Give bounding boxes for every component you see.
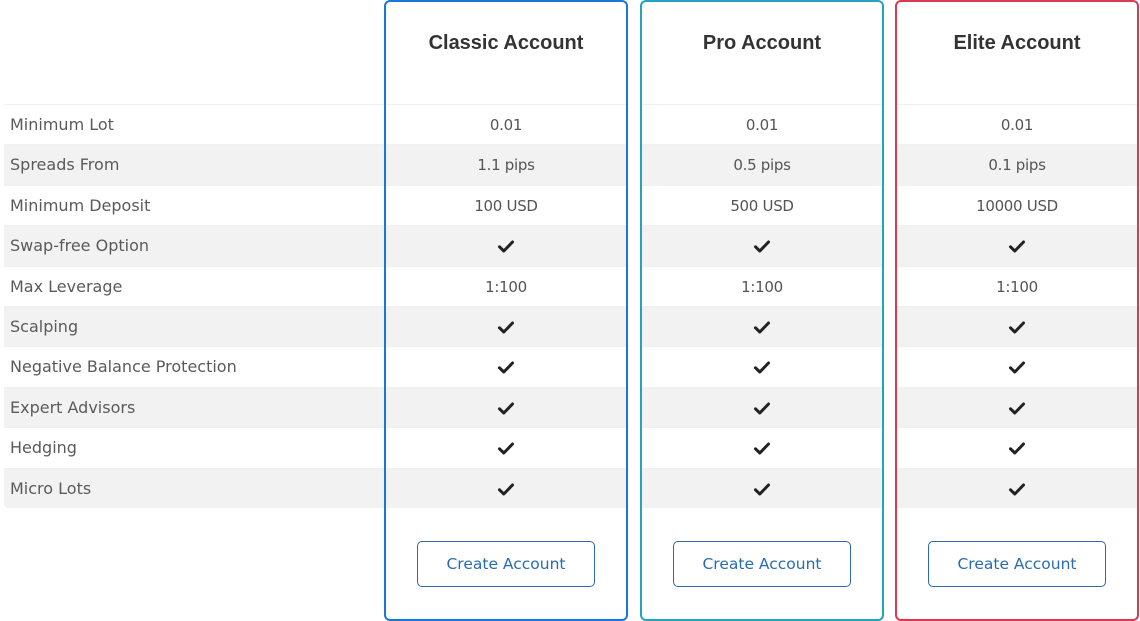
create-account-button-elite[interactable]: Create Account [928, 541, 1106, 587]
value-cell [897, 427, 1137, 467]
feature-label-expert-advisors: Expert Advisors [4, 386, 386, 428]
value-cell [897, 467, 1137, 508]
value-cell [386, 467, 626, 508]
value-cell: 1:100 [897, 265, 1137, 306]
feature-label-minimum-lot: Minimum Lot [4, 104, 386, 144]
card-title: Elite Account [953, 32, 1081, 54]
elite-account-card: Elite Account 0.01 0.1 pips 10000 USD 1:100… [895, 0, 1139, 621]
checkmark-icon [754, 240, 770, 253]
value-cell: 0.01 [897, 104, 1137, 144]
checkmark-icon [498, 321, 514, 334]
value-cell [642, 346, 882, 386]
checkmark-icon [754, 483, 770, 496]
card-title: Classic Account [428, 32, 584, 54]
value-cell [897, 346, 1137, 386]
value-cell [386, 386, 626, 428]
feature-label-max-leverage: Max Leverage [4, 265, 386, 306]
checkmark-icon [1009, 240, 1025, 253]
value-cell [642, 225, 882, 266]
checkmark-icon [754, 442, 770, 455]
classic-account-card: Classic Account 0.01 1.1 pips 100 USD 1:100… [384, 0, 628, 621]
value-cell [642, 467, 882, 508]
value-cell: 1.1 pips [386, 144, 626, 185]
value-cell: 100 USD [386, 184, 626, 225]
feature-label-spreads-from: Spreads From [4, 144, 386, 185]
create-account-button-pro[interactable]: Create Account [673, 541, 851, 587]
checkmark-icon [754, 321, 770, 334]
value-cell [897, 225, 1137, 266]
value-cell [897, 305, 1137, 347]
checkmark-icon [754, 402, 770, 415]
checkmark-icon [1009, 483, 1025, 496]
checkmark-icon [1009, 361, 1025, 374]
checkmark-icon [1009, 442, 1025, 455]
value-cell [386, 346, 626, 386]
value-cell [386, 225, 626, 266]
feature-label-hedging: Hedging [4, 427, 386, 467]
checkmark-icon [498, 442, 514, 455]
checkmark-icon [1009, 321, 1025, 334]
feature-label-minimum-deposit: Minimum Deposit [4, 184, 386, 225]
card-values: 0.01 0.1 pips 10000 USD 1:100 [897, 104, 1137, 508]
feature-label-micro-lots: Micro Lots [4, 467, 386, 508]
value-cell [897, 386, 1137, 428]
pro-account-card: Pro Account 0.01 0.5 pips 500 USD 1:100 Cre… [640, 0, 884, 621]
checkmark-icon [754, 361, 770, 374]
feature-label-negative-balance-protection: Negative Balance Protection [4, 346, 386, 386]
value-cell [386, 427, 626, 467]
value-cell: 0.01 [642, 104, 882, 144]
feature-label-swap-free-option: Swap-free Option [4, 225, 386, 266]
value-cell: 0.5 pips [642, 144, 882, 185]
checkmark-icon [498, 240, 514, 253]
checkmark-icon [498, 483, 514, 496]
value-cell: 1:100 [386, 265, 626, 306]
checkmark-icon [498, 402, 514, 415]
card-values: 0.01 1.1 pips 100 USD 1:100 [386, 104, 626, 508]
value-cell [642, 427, 882, 467]
value-cell: 0.01 [386, 104, 626, 144]
checkmark-icon [498, 361, 514, 374]
card-values: 0.01 0.5 pips 500 USD 1:100 [642, 104, 882, 508]
value-cell: 10000 USD [897, 184, 1137, 225]
value-cell: 0.1 pips [897, 144, 1137, 185]
feature-labels-column: Minimum Lot Spreads From Minimum Deposit… [4, 104, 386, 508]
card-title: Pro Account [702, 32, 822, 54]
value-cell [642, 305, 882, 347]
feature-label-scalping: Scalping [4, 305, 386, 347]
value-cell: 500 USD [642, 184, 882, 225]
value-cell [386, 305, 626, 347]
value-cell [642, 386, 882, 428]
value-cell: 1:100 [642, 265, 882, 306]
create-account-button-classic[interactable]: Create Account [417, 541, 595, 587]
checkmark-icon [1009, 402, 1025, 415]
